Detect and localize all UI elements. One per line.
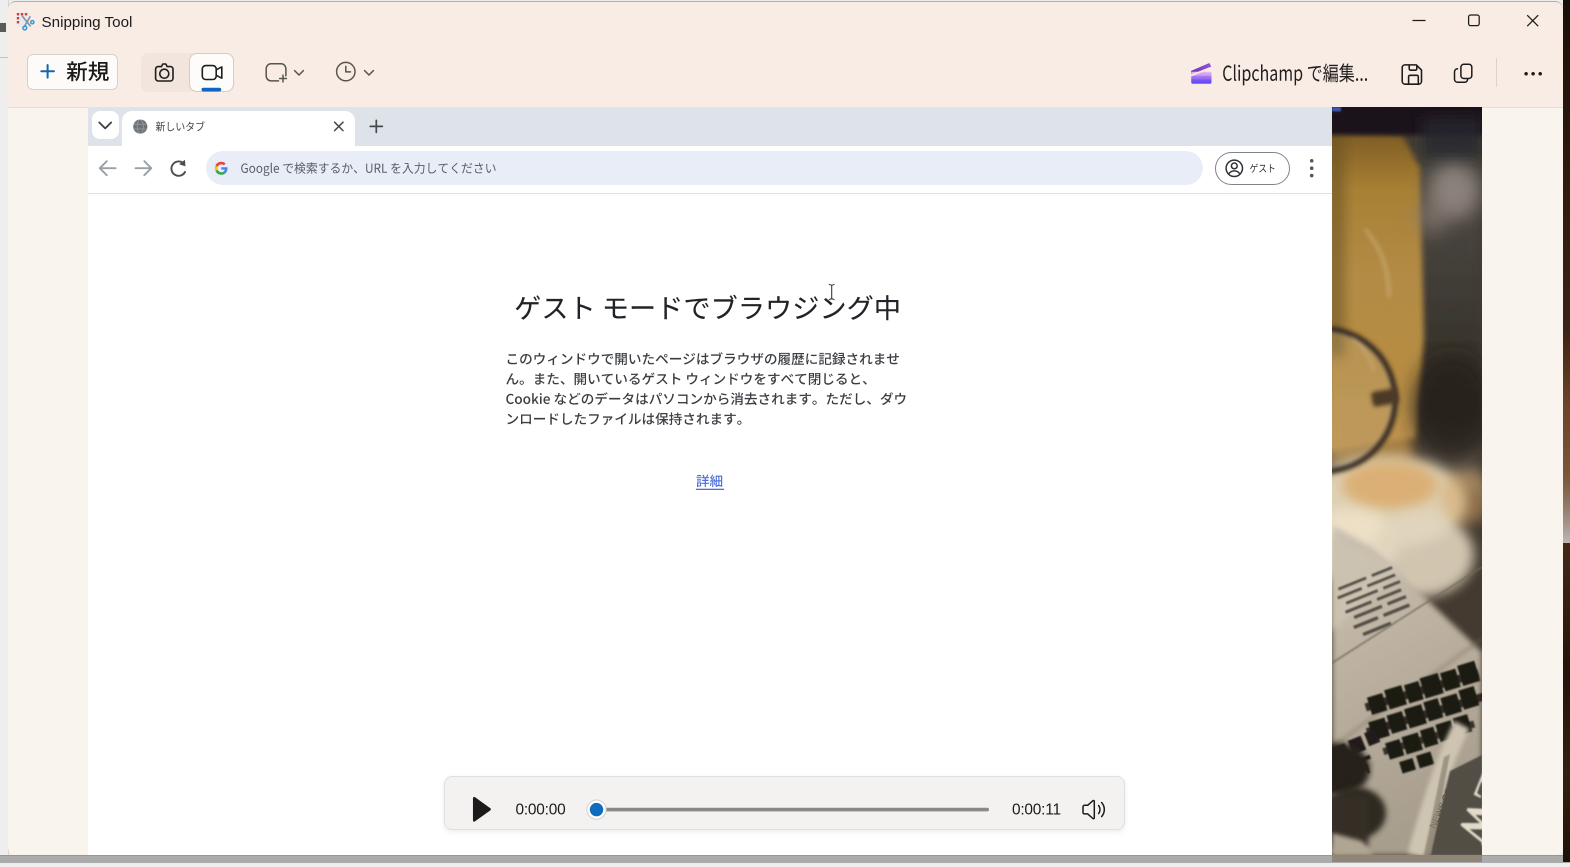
svg-text:0:00:00: 0:00:00 [516,801,566,818]
svg-text:0:00:11: 0:00:11 [1012,801,1061,818]
svg-text:Snipping Tool: Snipping Tool [42,14,133,31]
